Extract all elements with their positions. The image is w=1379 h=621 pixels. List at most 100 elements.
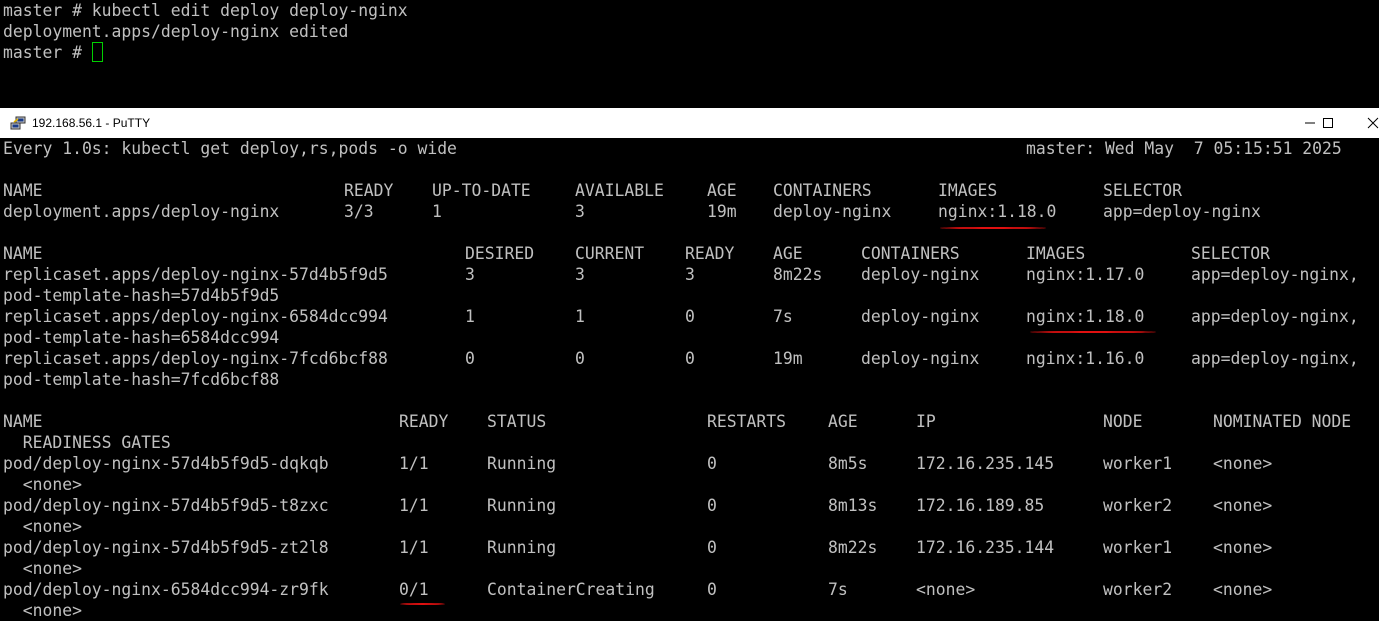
column-header: IMAGES (1026, 244, 1086, 263)
table-cell: Running (487, 454, 557, 473)
red-underline-annotation (1030, 331, 1156, 333)
table-cell: deploy-nginx (773, 202, 892, 221)
column-header: IMAGES (938, 181, 998, 200)
table-cell: deploy-nginx (861, 265, 980, 284)
table-cell: 8m5s (828, 454, 868, 473)
column-header: SELECTOR (1103, 181, 1182, 200)
putty-terminal[interactable]: Every 1.0s: kubectl get deploy,rs,pods -… (0, 138, 1379, 620)
column-header: AVAILABLE (575, 181, 664, 200)
terminal-prompt: master # (3, 43, 92, 62)
putty-window[interactable]: 192.168.56.1 - PuTTY Every 1.0s: kubectl… (0, 108, 1379, 620)
table-cell: worker2 (1103, 580, 1173, 599)
table-cell: pod/deploy-nginx-6584dcc994-zr9fk (3, 580, 329, 599)
window-title: 192.168.56.1 - PuTTY (32, 116, 151, 130)
column-header: STATUS (487, 412, 547, 431)
column-header: RESTARTS (707, 412, 786, 431)
column-header: AGE (773, 244, 803, 263)
table-cell: 1 (432, 202, 442, 221)
table-cell: pod/deploy-nginx-57d4b5f9d5-t8zxc (3, 496, 329, 515)
background-terminal[interactable]: master # kubectl edit deploy deploy-ngin… (0, 0, 1379, 108)
table-cell-continuation: <none> (3, 517, 82, 536)
table-cell: nginx:1.16.0 (1026, 349, 1145, 368)
window-titlebar[interactable]: 192.168.56.1 - PuTTY (0, 108, 1379, 138)
table-cell: 1 (465, 307, 475, 326)
terminal-line: deployment.apps/deploy-nginx edited (3, 22, 349, 41)
table-cell: 0 (685, 307, 695, 326)
table-cell: 7s (773, 307, 793, 326)
table-cell: 8m22s (773, 265, 823, 284)
table-cell: 0 (707, 580, 717, 599)
table-cell: 19m (707, 202, 737, 221)
table-cell: 8m22s (828, 538, 878, 557)
table-cell-continuation: <none> (3, 475, 82, 494)
table-cell: pod/deploy-nginx-57d4b5f9d5-zt2l8 (3, 538, 329, 557)
table-cell: 3 (575, 202, 585, 221)
column-header: READY (685, 244, 735, 263)
table-cell: 0 (685, 349, 695, 368)
table-cell-continuation: pod-template-hash=7fcd6bcf88 (3, 370, 280, 389)
close-icon (1367, 117, 1379, 129)
table-cell: 7s (828, 580, 848, 599)
column-header: CONTAINERS (773, 181, 872, 200)
table-cell: worker1 (1103, 538, 1173, 557)
table-cell: 1/1 (399, 454, 429, 473)
column-header: NAME (3, 181, 43, 200)
table-cell: 8m13s (828, 496, 878, 515)
column-header: NAME (3, 244, 43, 263)
table-cell: deploy-nginx (861, 307, 980, 326)
table-cell: app=deploy-nginx, (1191, 349, 1359, 368)
table-cell: 0 (707, 538, 717, 557)
table-cell: replicaset.apps/deploy-nginx-7fcd6bcf88 (3, 349, 388, 368)
table-cell: deployment.apps/deploy-nginx (3, 202, 280, 221)
table-cell: 19m (773, 349, 803, 368)
table-cell: 0 (575, 349, 585, 368)
maximize-icon (1323, 118, 1333, 128)
column-header: AGE (707, 181, 737, 200)
table-cell: 3 (685, 265, 695, 284)
table-cell: ContainerCreating (487, 580, 655, 599)
table-cell: deploy-nginx (861, 349, 980, 368)
table-cell: <none> (1213, 538, 1273, 557)
table-cell: 3 (575, 265, 585, 284)
table-cell-continuation: pod-template-hash=57d4b5f9d5 (3, 286, 280, 305)
table-cell: 0 (465, 349, 475, 368)
table-cell: worker2 (1103, 496, 1173, 515)
terminal-line: master # kubectl edit deploy deploy-ngin… (3, 1, 408, 20)
table-cell: 3 (465, 265, 475, 284)
close-button[interactable] (1350, 108, 1379, 138)
table-cell: Running (487, 538, 557, 557)
table-cell-continuation: pod-template-hash=6584dcc994 (3, 328, 280, 347)
table-cell: 172.16.189.85 (916, 496, 1045, 515)
table-cell: nginx:1.17.0 (1026, 265, 1145, 284)
column-header: NAME (3, 412, 43, 431)
table-cell: 1/1 (399, 538, 429, 557)
column-header: UP-TO-DATE (432, 181, 531, 200)
table-cell: 0 (707, 496, 717, 515)
watch-timestamp: master: Wed May 7 05:15:51 2025 (1026, 139, 1342, 158)
column-header: IP (916, 412, 936, 431)
table-cell: 1/1 (399, 496, 429, 515)
table-cell: replicaset.apps/deploy-nginx-6584dcc994 (3, 307, 388, 326)
table-cell-continuation: <none> (3, 559, 82, 578)
column-header-continuation: READINESS GATES (3, 433, 171, 452)
column-header: NOMINATED NODE (1213, 412, 1352, 431)
table-cell: nginx:1.18.0 (938, 202, 1057, 221)
table-cell: app=deploy-nginx, (1191, 265, 1359, 284)
column-header: SELECTOR (1191, 244, 1270, 263)
column-header: CONTAINERS (861, 244, 960, 263)
watch-command: Every 1.0s: kubectl get deploy,rs,pods -… (3, 139, 457, 158)
table-cell: <none> (1213, 580, 1273, 599)
table-cell: worker1 (1103, 454, 1173, 473)
table-cell: 0/1 (399, 580, 429, 599)
table-cell: pod/deploy-nginx-57d4b5f9d5-dqkqb (3, 454, 329, 473)
terminal-prompt-line: master # (3, 42, 103, 63)
column-header: NODE (1103, 412, 1143, 431)
table-cell: 1 (575, 307, 585, 326)
table-cell: 3/3 (344, 202, 374, 221)
column-header: DESIRED (465, 244, 535, 263)
maximize-button[interactable] (1305, 108, 1351, 138)
cursor-icon (91, 42, 103, 62)
column-header: READY (399, 412, 449, 431)
table-cell: replicaset.apps/deploy-nginx-57d4b5f9d5 (3, 265, 388, 284)
table-cell: <none> (916, 580, 976, 599)
